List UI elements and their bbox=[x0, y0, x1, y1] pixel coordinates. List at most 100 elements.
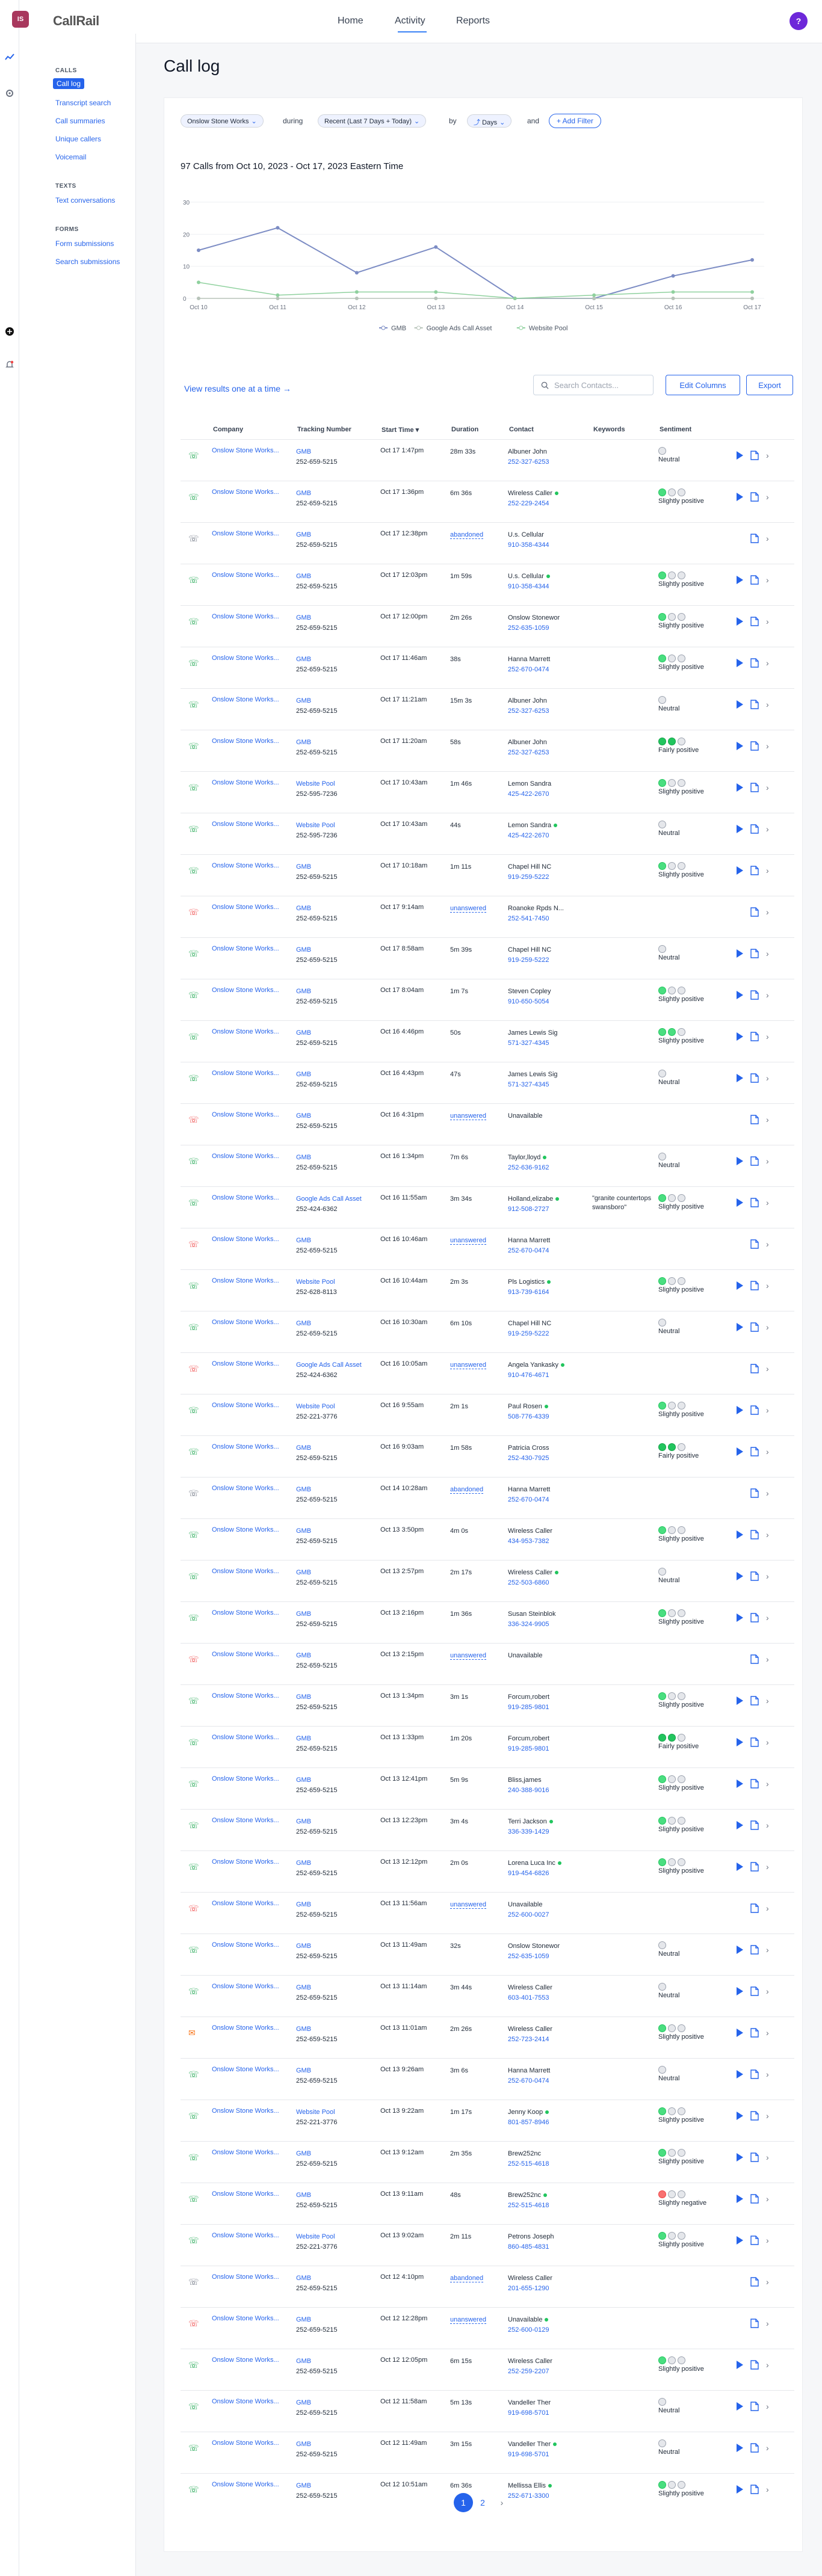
company-link[interactable]: Onslow Stone Works... bbox=[212, 1900, 279, 1907]
tracking-source-link[interactable]: GMB bbox=[296, 862, 338, 872]
table-row[interactable]: ☏ Onslow Stone Works... Website Pool 252-59… bbox=[181, 813, 794, 854]
page-2-button[interactable]: 2 bbox=[473, 2493, 492, 2512]
company-link[interactable]: Onslow Stone Works... bbox=[212, 696, 279, 703]
notes-icon[interactable] bbox=[750, 492, 759, 502]
notes-icon[interactable] bbox=[750, 1488, 759, 1498]
tracking-source-link[interactable]: Google Ads Call Asset bbox=[296, 1360, 362, 1370]
company-link[interactable]: Onslow Stone Works... bbox=[212, 2190, 279, 2198]
chevron-right-icon[interactable]: › bbox=[766, 2319, 769, 2328]
contact-name[interactable]: Chapel Hill NC bbox=[508, 946, 551, 954]
tracking-source-link[interactable]: GMB bbox=[296, 2024, 338, 2035]
contact-name[interactable]: Petrons Joseph bbox=[508, 2233, 554, 2240]
contact-phone[interactable]: 801-857-8946 bbox=[508, 2118, 549, 2128]
contact-phone[interactable]: 336-324-9905 bbox=[508, 1619, 556, 1630]
table-row[interactable]: ☏ Onslow Stone Works... GMB 252-659-5215 Oct… bbox=[181, 1726, 794, 1767]
contact-name[interactable]: Wireless Caller bbox=[508, 490, 552, 497]
play-recording-icon[interactable] bbox=[737, 451, 743, 460]
table-row[interactable]: ☏ Onslow Stone Works... GMB 252-659-5215 Oct… bbox=[181, 730, 794, 771]
tracking-source-link[interactable]: GMB bbox=[296, 2439, 338, 2450]
contact-name[interactable]: Paul Rosen bbox=[508, 1403, 542, 1410]
notes-icon[interactable] bbox=[750, 783, 759, 792]
table-row[interactable]: ☏ Onslow Stone Works... GMB 252-659-5215 Oct… bbox=[181, 2058, 794, 2100]
contact-name[interactable]: Susan Steinblok bbox=[508, 1610, 556, 1618]
company-link[interactable]: Onslow Stone Works... bbox=[212, 945, 279, 952]
contact-phone[interactable]: 860-485-4831 bbox=[508, 2242, 554, 2252]
company-link[interactable]: Onslow Stone Works... bbox=[212, 1277, 279, 1284]
play-recording-icon[interactable] bbox=[737, 825, 743, 833]
settings-icon[interactable] bbox=[4, 88, 15, 99]
notes-icon[interactable] bbox=[750, 866, 759, 875]
col-duration[interactable]: Duration bbox=[451, 426, 478, 433]
tracking-source-link[interactable]: GMB bbox=[296, 1568, 338, 1578]
chevron-right-icon[interactable]: › bbox=[766, 451, 769, 460]
chevron-right-icon[interactable]: › bbox=[766, 2069, 769, 2079]
notes-icon[interactable] bbox=[750, 2236, 759, 2245]
play-recording-icon[interactable] bbox=[737, 2195, 743, 2203]
notes-icon[interactable] bbox=[750, 1281, 759, 1290]
notes-icon[interactable] bbox=[750, 1364, 759, 1373]
notes-icon[interactable] bbox=[750, 617, 759, 626]
notes-icon[interactable] bbox=[750, 1115, 759, 1124]
play-recording-icon[interactable] bbox=[737, 659, 743, 667]
table-row[interactable]: ☏ Onslow Stone Works... GMB 252-659-5215 Oct… bbox=[181, 937, 794, 979]
tracking-source-link[interactable]: Website Pool bbox=[296, 2107, 338, 2118]
chevron-right-icon[interactable]: › bbox=[766, 1322, 769, 1332]
contact-phone[interactable]: 919-259-5222 bbox=[508, 955, 551, 966]
play-recording-icon[interactable] bbox=[737, 742, 743, 750]
notes-icon[interactable] bbox=[750, 1903, 759, 1913]
contact-name[interactable]: Hanna Marrett bbox=[508, 1237, 550, 1244]
tracking-source-link[interactable]: GMB bbox=[296, 530, 338, 540]
company-link[interactable]: Onslow Stone Works... bbox=[212, 2066, 279, 2073]
table-row[interactable]: ☏ Onslow Stone Works... Website Pool 252-22… bbox=[181, 2100, 794, 2141]
help-button[interactable]: ? bbox=[790, 12, 808, 30]
tracking-source-link[interactable]: GMB bbox=[296, 696, 338, 706]
tracking-source-link[interactable]: GMB bbox=[296, 1443, 338, 1453]
contact-phone[interactable]: 252-635-1059 bbox=[508, 1952, 560, 1962]
chevron-right-icon[interactable]: › bbox=[766, 1488, 769, 1498]
play-recording-icon[interactable] bbox=[737, 1032, 743, 1041]
chevron-right-icon[interactable]: › bbox=[766, 1737, 769, 1747]
contact-phone[interactable]: 252-600-0027 bbox=[508, 1910, 549, 1920]
contact-name[interactable]: Hanna Marrett bbox=[508, 2067, 550, 2074]
contact-name[interactable]: Onslow Stonewor bbox=[508, 1943, 560, 1950]
nav-activity[interactable]: Activity bbox=[395, 16, 425, 26]
chevron-right-icon[interactable]: › bbox=[766, 1986, 769, 1996]
chevron-right-icon[interactable]: › bbox=[766, 1862, 769, 1872]
company-link[interactable]: Onslow Stone Works... bbox=[212, 530, 279, 537]
contact-name[interactable]: Lemon Sandra bbox=[508, 780, 551, 787]
contact-phone[interactable]: 919-285-9801 bbox=[508, 1702, 549, 1713]
col-sentiment[interactable]: Sentiment bbox=[660, 426, 691, 433]
notes-icon[interactable] bbox=[750, 1156, 759, 1166]
company-link[interactable]: Onslow Stone Works... bbox=[212, 1609, 279, 1616]
table-row[interactable]: ☏ Onslow Stone Works... GMB 252-659-5215 Oct… bbox=[181, 1062, 794, 1103]
chevron-right-icon[interactable]: › bbox=[766, 866, 769, 875]
contact-name[interactable]: Patricia Cross bbox=[508, 1444, 549, 1452]
company-link[interactable]: Onslow Stone Works... bbox=[212, 779, 279, 786]
play-recording-icon[interactable] bbox=[737, 1987, 743, 1995]
contact-phone[interactable]: 919-698-5701 bbox=[508, 2450, 557, 2460]
contact-name[interactable]: Pls Logistics bbox=[508, 1278, 545, 1286]
contact-phone[interactable]: 240-388-9016 bbox=[508, 1786, 549, 1796]
contact-name[interactable]: James Lewis Sig bbox=[508, 1029, 558, 1037]
company-link[interactable]: Onslow Stone Works... bbox=[212, 2439, 279, 2447]
contact-name[interactable]: Wireless Caller bbox=[508, 1984, 552, 1991]
table-row[interactable]: ☏ Onslow Stone Works... GMB 252-659-5215 Oct… bbox=[181, 439, 794, 481]
company-link[interactable]: Onslow Stone Works... bbox=[212, 1070, 279, 1077]
table-row[interactable]: ☏ Onslow Stone Works... GMB 252-659-5215 Oct… bbox=[181, 896, 794, 937]
table-row[interactable]: ☏ Onslow Stone Works... GMB 252-659-5215 Oct… bbox=[181, 1145, 794, 1186]
notes-icon[interactable] bbox=[750, 1862, 759, 1872]
notes-icon[interactable] bbox=[750, 2277, 759, 2287]
col-company[interactable]: Company bbox=[213, 426, 243, 433]
tracking-source-link[interactable]: GMB bbox=[296, 2190, 338, 2201]
company-link[interactable]: Onslow Stone Works... bbox=[212, 987, 279, 994]
tracking-source-link[interactable]: GMB bbox=[296, 1651, 338, 1661]
company-link[interactable]: Onslow Stone Works... bbox=[212, 1443, 279, 1450]
notes-icon[interactable] bbox=[750, 1073, 759, 1083]
table-row[interactable]: ☏ Onslow Stone Works... GMB 252-659-5215 Oct… bbox=[181, 1560, 794, 1601]
tracking-source-link[interactable]: GMB bbox=[296, 1983, 338, 1993]
tracking-source-link[interactable]: GMB bbox=[296, 1236, 338, 1246]
company-link[interactable]: Onslow Stone Works... bbox=[212, 821, 279, 828]
notes-icon[interactable] bbox=[750, 700, 759, 709]
play-recording-icon[interactable] bbox=[737, 493, 743, 501]
tracking-source-link[interactable]: GMB bbox=[296, 1900, 338, 1910]
